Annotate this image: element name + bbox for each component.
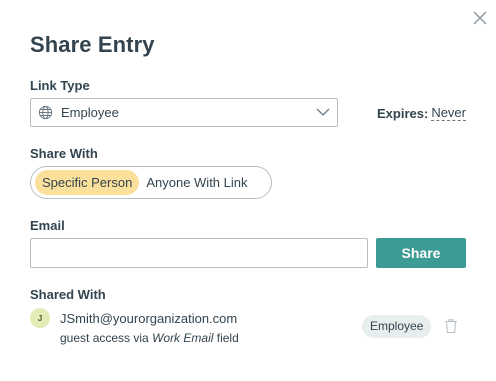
expires-setting: Expires: Never <box>377 106 466 121</box>
shared-with-label: Shared With <box>30 287 106 302</box>
expires-value[interactable]: Never <box>431 106 466 121</box>
dialog-title: Share Entry <box>30 32 155 57</box>
link-type-select[interactable]: Employee <box>30 98 338 127</box>
link-type-value: Employee <box>61 105 119 120</box>
trash-icon[interactable] <box>444 318 458 334</box>
email-field[interactable] <box>30 238 368 268</box>
option-specific-person[interactable]: Specific Person <box>35 170 140 195</box>
note-prefix: guest access via <box>60 331 149 345</box>
note-suffix: field <box>216 331 239 345</box>
globe-icon <box>38 105 53 120</box>
avatar: J <box>30 308 50 328</box>
option-anyone-with-link[interactable]: Anyone With Link <box>139 170 254 195</box>
link-type-label: Link Type <box>30 78 90 93</box>
role-badge: Employee <box>362 315 432 338</box>
email-label: Email <box>30 218 65 233</box>
share-button[interactable]: Share <box>376 238 466 268</box>
shared-user-email: JSmith@yourorganization.com <box>60 311 238 326</box>
close-icon[interactable] <box>472 10 488 26</box>
shared-user-note: guest access via Work Email field <box>60 331 239 345</box>
share-with-toggle: Specific Person Anyone With Link <box>30 166 272 199</box>
share-with-label: Share With <box>30 146 98 161</box>
note-field: Work Email <box>152 331 214 345</box>
chevron-down-icon <box>316 108 330 116</box>
expires-label: Expires: <box>377 106 429 121</box>
